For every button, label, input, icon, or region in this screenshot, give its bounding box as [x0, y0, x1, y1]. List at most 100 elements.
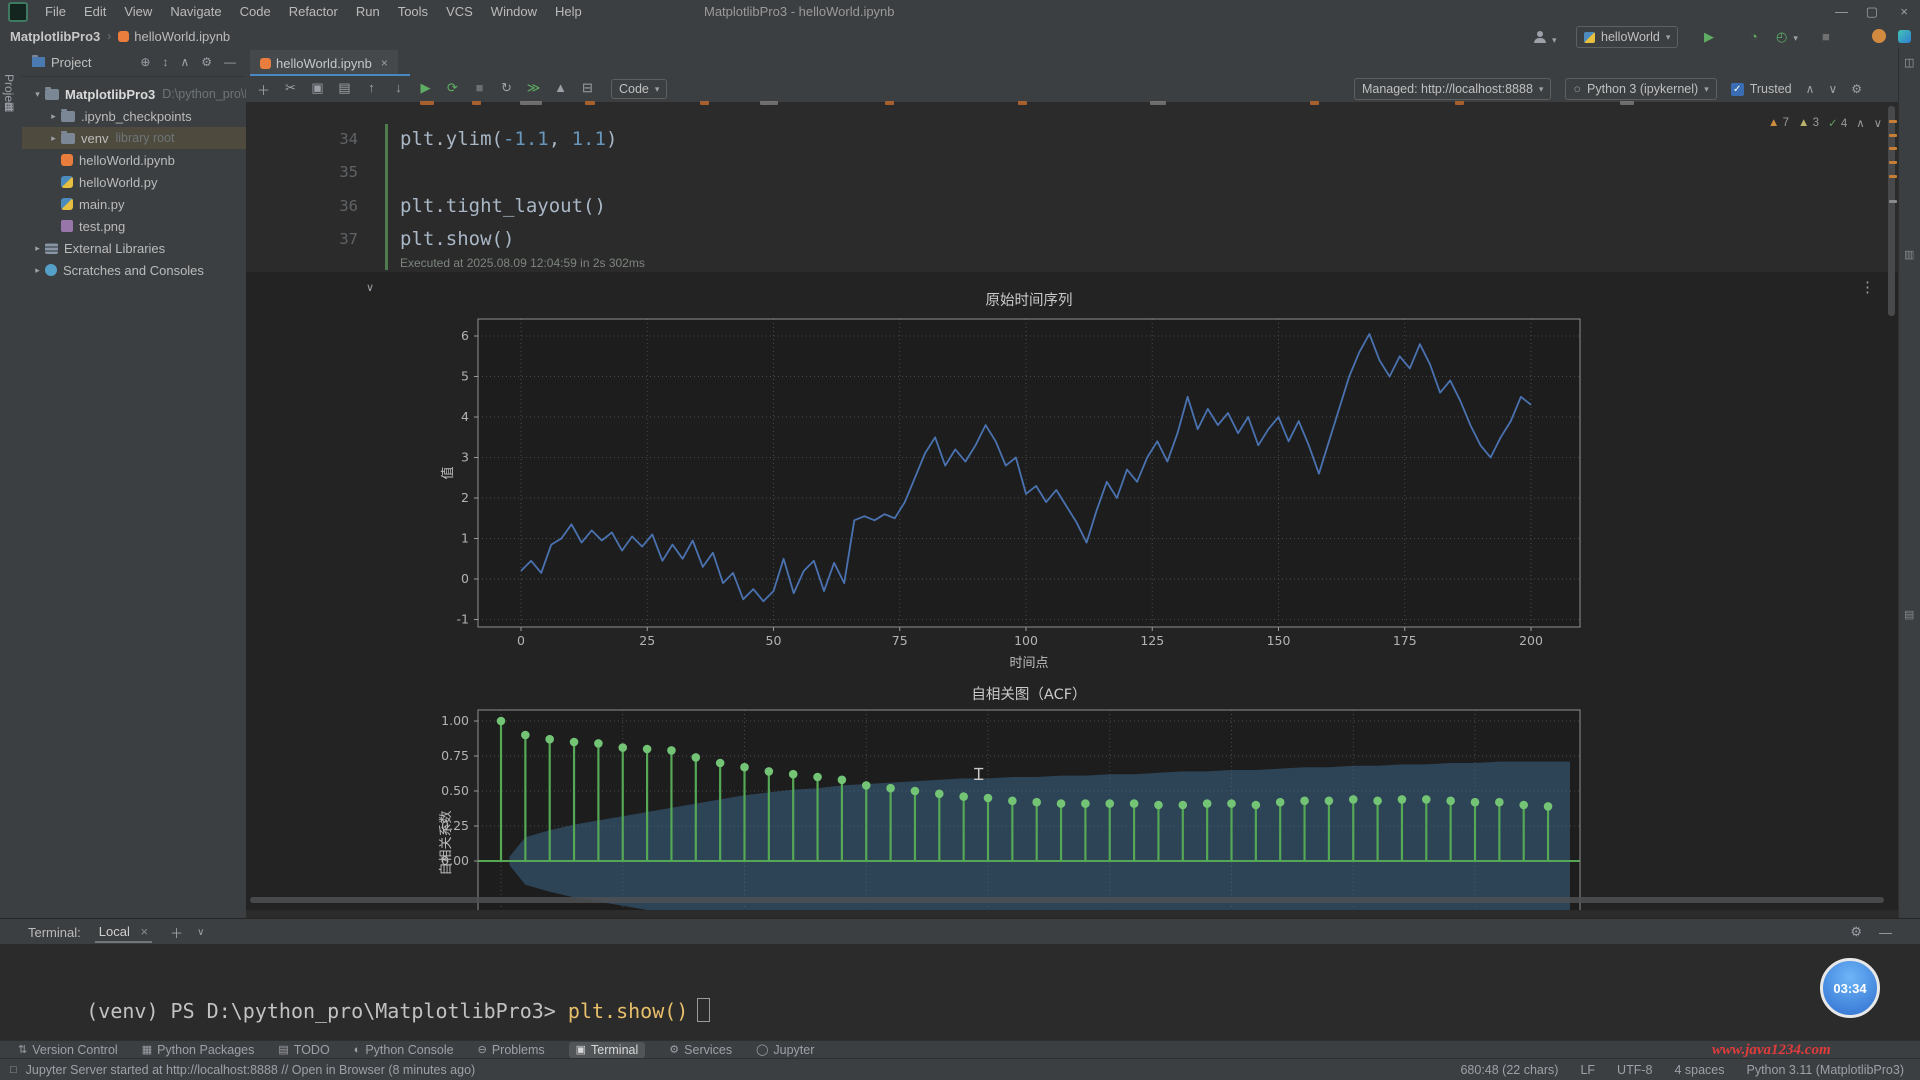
next-cell-icon[interactable]: ∨ [1828, 82, 1837, 96]
terminal-tab[interactable]: Local × [95, 922, 152, 943]
close-tab-icon[interactable]: × [381, 56, 388, 70]
profiler-button[interactable]: ◴▾ [1776, 29, 1798, 45]
maximize-button[interactable]: ▢ [1856, 0, 1888, 24]
jupyter-server-select[interactable]: Managed: http://localhost:8888 ▾ [1354, 78, 1552, 100]
code-line[interactable]: 36plt.tight_layout() [246, 189, 1646, 223]
menu-item[interactable]: Help [546, 0, 591, 24]
status-segment[interactable]: UTF-8 [1617, 1063, 1652, 1077]
menu-item[interactable]: Run [347, 0, 389, 24]
cut-icon[interactable]: ✂ [277, 80, 304, 99]
tree-chevron-icon[interactable]: ▾ [30, 89, 45, 100]
close-terminal-tab-icon[interactable]: × [140, 924, 148, 939]
toolwindow-button[interactable]: ▤ TODO [278, 1042, 329, 1058]
locate-file-icon[interactable]: ⊕ [140, 55, 150, 69]
run-cell-icon[interactable]: ▶ [412, 80, 439, 99]
add-cell-icon[interactable]: ＋ [250, 80, 277, 99]
prev-cell-icon[interactable]: ∧ [1806, 82, 1815, 96]
menu-item[interactable]: File [36, 0, 75, 24]
toolwindow-button[interactable]: ▦ Python Packages [142, 1042, 255, 1058]
status-event-icon[interactable]: □ [10, 1064, 17, 1076]
editor-tab[interactable]: helloWorld.ipynb × [250, 50, 398, 76]
paste-icon[interactable]: ▤ [331, 80, 358, 99]
delete-cell-icon[interactable]: ⊟ [574, 80, 601, 99]
stop-button[interactable]: ■ [1822, 29, 1830, 44]
menu-item[interactable]: Tools [389, 0, 437, 24]
run-configuration-select[interactable]: helloWorld ▾ [1576, 26, 1678, 48]
run-all-icon[interactable]: ⟳ [439, 80, 466, 99]
toolwindow-button[interactable]: ◯ Jupyter [756, 1042, 814, 1058]
tree-item[interactable]: helloWorld.py [22, 171, 246, 193]
menu-item[interactable]: Navigate [161, 0, 230, 24]
restart-kernel-icon[interactable]: ↻ [493, 80, 520, 99]
collapse-output-icon[interactable]: ∨ [366, 281, 374, 294]
menu-item[interactable]: Refactor [280, 0, 347, 24]
project-panel-title[interactable]: Project [51, 55, 91, 70]
tree-chevron-icon[interactable]: ▸ [30, 243, 45, 254]
new-terminal-icon[interactable]: ＋ [170, 923, 183, 942]
notifications-stripe-icon[interactable]: ◫ [1904, 56, 1914, 69]
breadcrumb-project[interactable]: MatplotlibPro3 [10, 29, 100, 44]
menu-item[interactable]: VCS [437, 0, 482, 24]
cell-type-select[interactable]: Code ▾ [611, 79, 667, 99]
profile-badge-icon[interactable] [1872, 29, 1886, 43]
hide-terminal-icon[interactable]: — [1879, 925, 1892, 940]
collapse-all-icon[interactable]: ∧ [180, 55, 189, 69]
toolwindow-button[interactable]: ⇅ Version Control [18, 1042, 118, 1058]
trusted-checkbox[interactable]: ✓ Trusted [1731, 82, 1792, 96]
menu-item[interactable]: Window [482, 0, 546, 24]
tree-item[interactable]: test.png [22, 215, 246, 237]
tree-chevron-icon[interactable]: ▸ [30, 265, 45, 276]
code-line[interactable]: 35 [246, 156, 1646, 190]
tree-item[interactable]: ▸ .ipynb_checkpoints [22, 105, 246, 127]
terminal-output[interactable]: (venv) PS D:\python_pro\MatplotlibPro3> … [0, 944, 1920, 1040]
toolwindow-button[interactable]: ◐ Python Console [354, 1042, 454, 1058]
sciview-stripe-icon[interactable]: ▥ [1904, 248, 1914, 261]
inspections-widget[interactable]: ▲ 7 ▲ 3 ✓ 4 ∧ ∨ [1768, 116, 1882, 130]
menu-item[interactable]: Edit [75, 0, 115, 24]
terminal-settings-icon[interactable]: ⚙ [1850, 924, 1862, 940]
tree-item[interactable]: ▸ Scratches and Consoles [22, 259, 246, 281]
kernel-select[interactable]: ○ Python 3 (ipykernel) ▾ [1565, 78, 1716, 100]
code-line[interactable]: 34plt.ylim(-1.1, 1.1) [246, 122, 1646, 156]
expand-all-icon[interactable]: ↕ [162, 55, 168, 69]
toolwindow-button[interactable]: ▣ Terminal [569, 1042, 646, 1058]
next-problem-icon[interactable]: ∨ [1874, 116, 1882, 130]
menu-item[interactable]: View [115, 0, 161, 24]
output-menu-icon[interactable]: ⋮ [1860, 278, 1875, 296]
tree-item[interactable]: helloWorld.ipynb [22, 149, 246, 171]
interrupt-icon[interactable]: ▲ [547, 80, 574, 99]
project-stripe-label[interactable]: Project [2, 74, 16, 111]
tree-item[interactable]: ▸ venv library root [22, 127, 246, 149]
toolwindow-button[interactable]: ⊖ Problems [478, 1042, 545, 1058]
breadcrumb-file[interactable]: helloWorld.ipynb [134, 29, 230, 44]
terminal-dropdown-icon[interactable]: ∨ [197, 927, 204, 938]
tree-item[interactable]: main.py [22, 193, 246, 215]
status-segment[interactable]: 4 spaces [1674, 1063, 1724, 1077]
hide-panel-icon[interactable]: — [224, 55, 236, 69]
tree-chevron-icon[interactable]: ▸ [46, 133, 61, 144]
toolwindow-button[interactable]: ⚙ Services [669, 1042, 732, 1058]
tree-item[interactable]: ▸ External Libraries [22, 237, 246, 259]
variables-stripe-icon[interactable]: ▤ [1904, 608, 1914, 621]
status-segment[interactable]: Python 3.11 (MatplotlibPro3) [1747, 1063, 1905, 1077]
coverage-button[interactable]: ◔ [1750, 29, 1758, 44]
stop-icon[interactable]: ■ [466, 80, 493, 99]
code-with-me-icon[interactable] [1898, 30, 1911, 43]
code-cell[interactable]: 34plt.ylim(-1.1, 1.1)3536plt.tight_layou… [246, 122, 1646, 256]
run-button[interactable]: ▶ [1704, 29, 1714, 45]
menu-item[interactable]: Code [231, 0, 280, 24]
status-segment[interactable]: 680:48 (22 chars) [1460, 1063, 1558, 1077]
error-stripe-mark[interactable] [1889, 120, 1897, 123]
horizontal-scrollbar[interactable] [250, 897, 1884, 903]
move-down-icon[interactable]: ↓ [385, 80, 412, 99]
panel-settings-icon[interactable]: ⚙ [201, 55, 212, 69]
status-segment[interactable]: LF [1580, 1063, 1595, 1077]
notebook-settings-icon[interactable]: ⚙ [1851, 82, 1862, 96]
code-line[interactable]: 37plt.show() [246, 223, 1646, 257]
copy-icon[interactable]: ▣ [304, 80, 331, 99]
minimize-button[interactable]: — [1825, 0, 1858, 24]
tree-item[interactable]: ▾ MatplotlibPro3 D:\python_pro\Ma [22, 83, 246, 105]
close-button[interactable]: × [1890, 0, 1918, 24]
status-message[interactable]: Jupyter Server started at http://localho… [26, 1063, 476, 1077]
run-all-below-icon[interactable]: ≫ [520, 80, 547, 99]
